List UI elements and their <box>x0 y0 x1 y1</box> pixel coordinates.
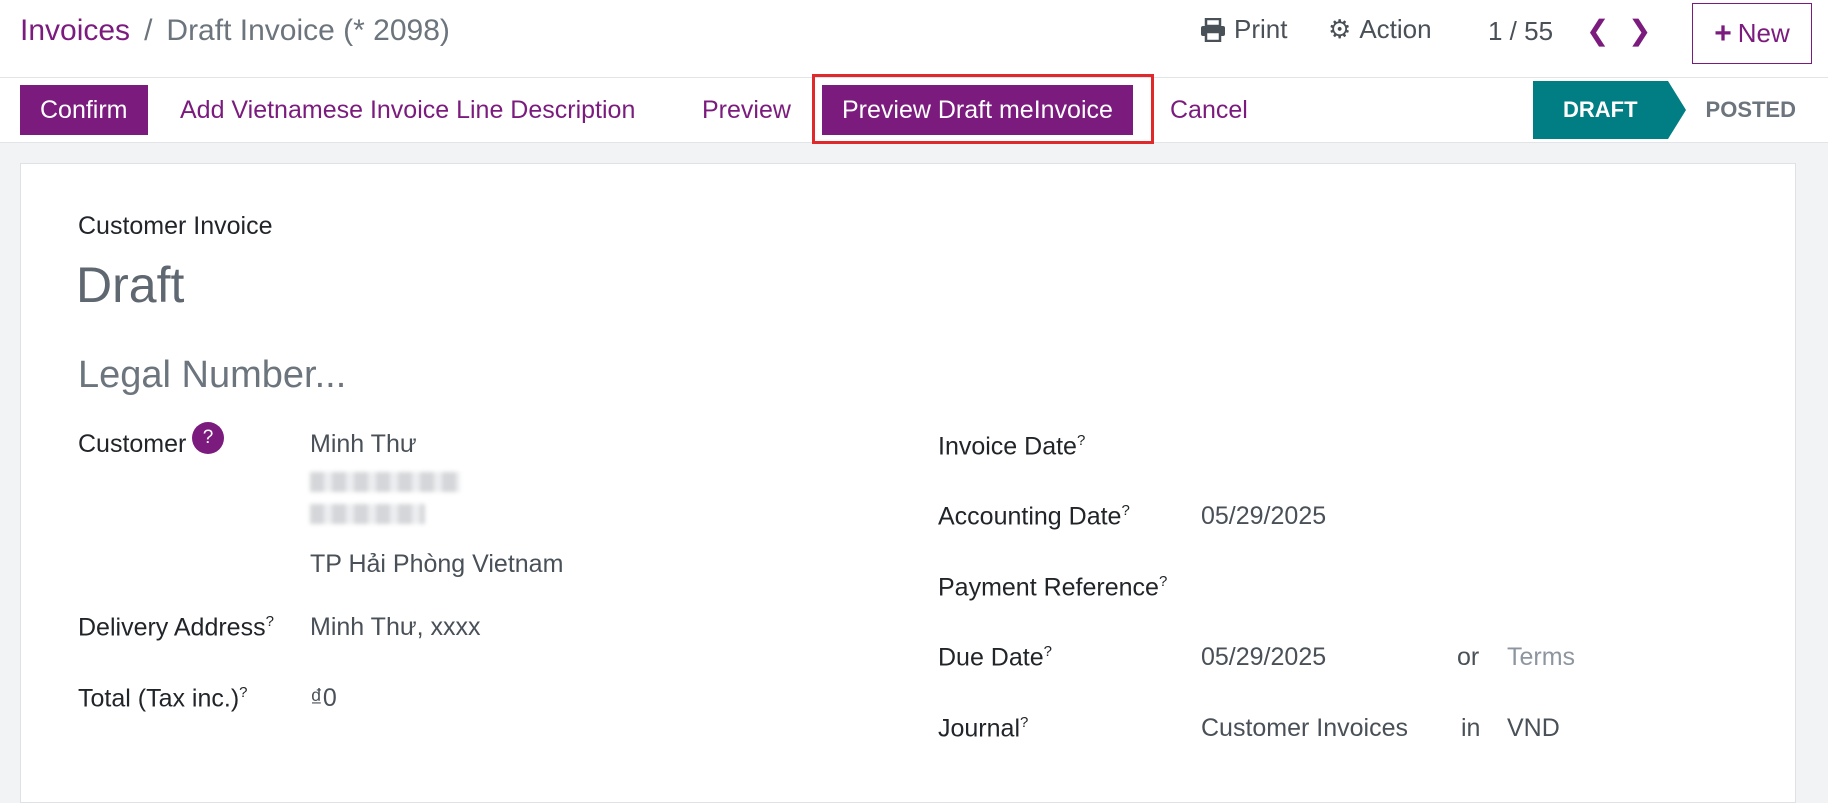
breadcrumb: Invoices / Draft Invoice (* 2098) <box>20 14 450 48</box>
preview-button[interactable]: Preview <box>682 85 811 135</box>
chevron-left-icon[interactable]: ❮ <box>1586 14 1609 47</box>
gear-icon: ⚙ <box>1328 14 1352 44</box>
cancel-button[interactable]: Cancel <box>1150 85 1268 135</box>
customer-city: TP Hải Phòng Vietnam <box>310 550 564 578</box>
chevron-right-icon[interactable]: ❯ <box>1628 14 1651 47</box>
action-button[interactable]: ⚙ Action <box>1328 14 1432 45</box>
blurred-address-line <box>310 504 425 524</box>
plus-icon: + <box>1714 16 1732 50</box>
status-draft: DRAFT <box>1532 81 1686 139</box>
invoice-date-input[interactable] <box>1201 432 1501 462</box>
pager-value[interactable]: 1 / 55 <box>1488 16 1553 47</box>
due-date-label: Due Date? <box>938 643 1052 672</box>
print-label: Print <box>1234 14 1288 44</box>
help-mark[interactable]: ? <box>1020 714 1028 731</box>
add-vietnamese-description-button[interactable]: Add Vietnamese Invoice Line Description <box>160 85 655 135</box>
currency-input[interactable]: VND <box>1507 714 1560 743</box>
new-label: New <box>1737 18 1790 48</box>
help-mark[interactable]: ? <box>266 613 274 630</box>
due-date-input[interactable]: 05/29/2025 <box>1201 643 1326 672</box>
delivery-address-value[interactable]: Minh Thư, xxxx <box>310 613 480 642</box>
accounting-date-label: Accounting Date? <box>938 502 1130 531</box>
payment-reference-label: Payment Reference? <box>938 573 1168 602</box>
breadcrumb-separator: / <box>144 14 153 47</box>
control-panel: Invoices / Draft Invoice (* 2098) Print … <box>0 0 1828 78</box>
status-pipeline: DRAFT POSTED <box>1532 78 1812 142</box>
payment-terms-input[interactable]: Terms <box>1507 643 1575 672</box>
help-mark[interactable]: ? <box>1159 573 1167 590</box>
new-button[interactable]: + New <box>1692 3 1812 64</box>
in-label: in <box>1461 714 1481 742</box>
invoice-date-label: Invoice Date? <box>938 432 1086 461</box>
breadcrumb-invoices-link[interactable]: Invoices <box>20 14 130 48</box>
form-sheet: Customer Invoice Draft Legal Number... C… <box>20 163 1796 803</box>
customer-label: Customer <box>78 430 187 458</box>
breadcrumb-current: Draft Invoice (* 2098) <box>166 14 450 47</box>
journal-input[interactable]: Customer Invoices <box>1201 714 1409 743</box>
payment-reference-input[interactable] <box>1201 573 1501 603</box>
or-label: or <box>1457 643 1480 671</box>
accounting-date-input[interactable]: 05/29/2025 <box>1201 502 1326 531</box>
total-value: ₫0 <box>310 684 337 712</box>
total-label: Total (Tax inc.)? <box>78 684 248 713</box>
document-type: Customer Invoice <box>78 212 273 240</box>
help-mark[interactable]: ? <box>1077 432 1085 449</box>
help-mark[interactable]: ? <box>239 684 247 701</box>
print-button[interactable]: Print <box>1200 14 1287 45</box>
highlight-frame <box>812 74 1154 144</box>
delivery-address-label: Delivery Address? <box>78 613 274 642</box>
printer-icon <box>1201 17 1225 42</box>
status-posted[interactable]: POSTED <box>1668 81 1812 139</box>
journal-label: Journal? <box>938 714 1029 743</box>
customer-name[interactable]: Minh Thư <box>310 430 417 459</box>
help-mark[interactable]: ? <box>1044 643 1052 660</box>
help-mark[interactable]: ? <box>1121 502 1129 519</box>
action-label: Action <box>1359 14 1432 44</box>
blurred-address-line <box>310 472 460 492</box>
confirm-button[interactable]: Confirm <box>20 85 148 135</box>
help-icon[interactable]: ? <box>192 422 224 454</box>
document-name: Draft <box>76 257 185 313</box>
legal-number-input[interactable]: Legal Number... <box>78 354 346 397</box>
